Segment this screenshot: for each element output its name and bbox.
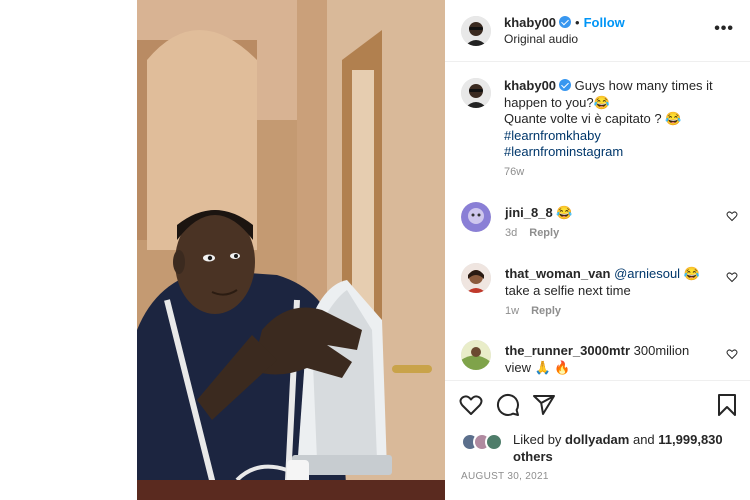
comment-meta: 1w Reply	[505, 305, 561, 317]
verified-icon	[559, 79, 572, 91]
caption-avatar[interactable]	[461, 78, 491, 108]
post-details-panel: khaby00 • Follow Original audio ••• khaby0…	[445, 0, 750, 500]
post-actions: Liked by dollyadam and 11,999,830 others…	[445, 380, 750, 500]
comment-avatar[interactable]	[461, 340, 491, 370]
avatar-image	[461, 340, 491, 370]
comment-body: jini_8_8 😂	[505, 204, 715, 221]
likes-text: Liked by dollyadam and 11,999,830 others	[513, 431, 743, 465]
author-avatar[interactable]	[461, 16, 491, 46]
like-comment-heart-icon[interactable]	[726, 210, 738, 222]
post-date[interactable]: AUGUST 30, 2021	[461, 471, 549, 482]
avatar-image	[461, 78, 491, 108]
comment-time[interactable]: 3d	[505, 227, 517, 239]
comment-text: 😂	[556, 205, 573, 220]
follow-button[interactable]: Follow	[584, 15, 625, 30]
comment-avatar[interactable]	[461, 202, 491, 232]
comment-icon[interactable]	[496, 393, 520, 417]
hashtag-link[interactable]: #learnfromkhaby	[504, 128, 734, 145]
author-username[interactable]: khaby00	[504, 15, 556, 30]
comment-body: that_woman_van @arniesoul 😂 take a selfi…	[505, 265, 715, 299]
hashtag-link[interactable]: #learnfrominstagram	[504, 144, 734, 161]
caption-line-2: Quante volte vi è capitato ? 😂	[504, 111, 682, 126]
reply-button[interactable]: Reply	[529, 227, 559, 239]
share-icon[interactable]	[532, 393, 556, 417]
verified-icon	[559, 16, 572, 28]
like-comment-heart-icon[interactable]	[726, 271, 738, 283]
avatar-image	[461, 202, 491, 232]
mention-link[interactable]: @arniesoul	[614, 266, 680, 281]
comment-time[interactable]: 1w	[505, 305, 519, 317]
liker-avatar	[485, 433, 503, 451]
header-title-row: khaby00 • Follow	[504, 15, 625, 30]
left-gutter	[0, 0, 137, 500]
caption-username[interactable]: khaby00	[504, 78, 556, 93]
like-comment-heart-icon[interactable]	[726, 348, 738, 360]
post-video[interactable]	[137, 0, 445, 500]
caption-timestamp[interactable]: 76w	[504, 166, 524, 178]
likes-joiner: and	[632, 432, 655, 447]
reply-button[interactable]: Reply	[531, 305, 561, 317]
avatar-image	[461, 16, 491, 46]
comment-username[interactable]: the_runner_3000mtr	[505, 343, 630, 358]
comment-meta: 3d Reply	[505, 227, 559, 239]
separator-dot: •	[575, 15, 580, 30]
comment-username[interactable]: jini_8_8	[505, 205, 553, 220]
comment-avatar[interactable]	[461, 263, 491, 293]
avatar-image	[461, 263, 491, 293]
caption-text: khaby00 Guys how many times it happen to…	[504, 78, 734, 161]
comment-body: the_runner_3000mtr 300milion view 🙏 🔥	[505, 342, 715, 376]
bookmark-icon[interactable]	[715, 393, 739, 417]
liker-username[interactable]: dollyadam	[565, 432, 629, 447]
video-frame	[137, 0, 445, 500]
liked-by-label: Liked by	[513, 432, 562, 447]
heart-icon[interactable]	[459, 393, 483, 417]
more-icon[interactable]: •••	[714, 20, 734, 38]
liker-avatars[interactable]	[461, 433, 509, 451]
audio-label[interactable]: Original audio	[504, 32, 578, 46]
post-header: khaby00 • Follow Original audio •••	[445, 0, 750, 62]
comment-username[interactable]: that_woman_van	[505, 266, 610, 281]
